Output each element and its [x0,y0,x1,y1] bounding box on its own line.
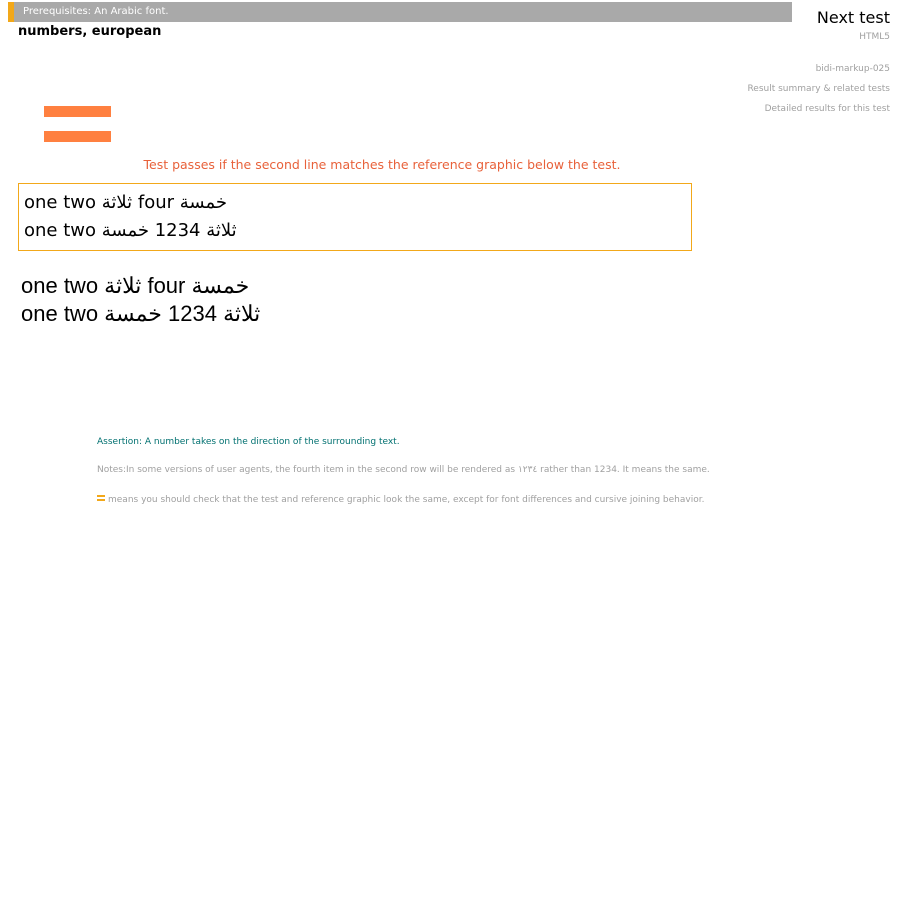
notes-text: Notes:In some versions of user agents, t… [97,465,710,475]
equals-note: means you should check that the test and… [97,495,704,505]
test-instructions: Test passes if the second line matches t… [143,157,621,172]
prerequisites-bar: Prerequisites: An Arabic font. [8,2,792,22]
next-test-link[interactable]: Next test [817,8,890,27]
reference-line-2: one two ثلاثة 1234 خمسة [21,301,261,326]
test-id-link[interactable]: bidi-markup-025 [816,64,890,74]
equals-note-text: means you should check that the test and… [108,495,705,505]
spec-link[interactable]: HTML5 [859,32,890,42]
equals-icon [44,106,111,142]
assertion-text: Assertion: A number takes on the directi… [97,437,400,447]
reference-line-1: one two ثلاثة four خمسة [21,273,250,298]
test-title: numbers, european [18,24,162,39]
prerequisites-text: Prerequisites: An Arabic font. [23,6,169,17]
equals-mini-icon [97,495,105,501]
test-line-1: one two ثلاثة four خمسة [24,192,228,213]
result-summary-link[interactable]: Result summary & related tests [747,84,890,94]
test-box: one two ثلاثة four خمسة one two ثلاثة 12… [18,183,692,251]
detailed-results-link[interactable]: Detailed results for this test [765,104,890,114]
test-line-2: one two ثلاثة 1234 خمسة [24,220,237,241]
